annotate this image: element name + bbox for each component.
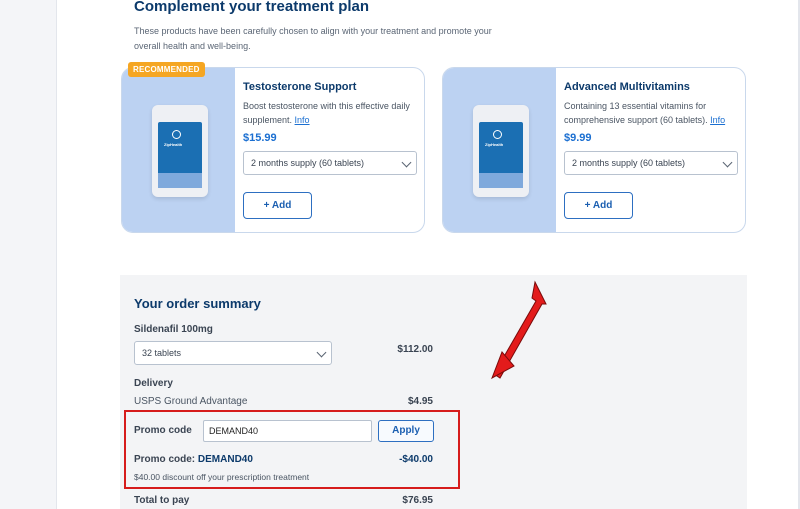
left-rail (0, 0, 57, 509)
quantity-select-value: 32 tablets (142, 348, 182, 358)
recommended-badge: RECOMMENDED (128, 62, 205, 77)
product-card-multivitamins: ZipHealth Advanced Multivitamins Contain… (442, 67, 746, 233)
supplement-pouch-image: ZipHealth (473, 105, 529, 197)
medication-name: Sildenafil 100mg (134, 324, 213, 335)
chevron-down-icon (316, 347, 327, 358)
info-link[interactable]: Info (295, 115, 310, 125)
chevron-down-icon (722, 157, 733, 168)
supply-select[interactable]: 2 months supply (60 tablets) (243, 151, 417, 175)
product-description: Containing 13 essential vitamins for com… (564, 101, 726, 125)
red-arrow-icon (491, 280, 547, 380)
delivery-price: $4.95 (407, 396, 433, 407)
product-description: Boost testosterone with this effective d… (243, 101, 410, 125)
order-summary-title: Your order summary (134, 296, 261, 311)
pouch-brand: ZipHealth (485, 142, 504, 147)
brand-logo-icon (493, 130, 502, 139)
medication-price: $112.00 (397, 344, 433, 355)
supply-select-value: 2 months supply (60 tablets) (251, 158, 365, 168)
brand-logo-icon (172, 130, 181, 139)
quantity-select[interactable]: 32 tablets (134, 341, 332, 365)
add-button[interactable]: + Add (243, 192, 312, 219)
chevron-down-icon (401, 157, 412, 168)
product-card-testosterone: ZipHealth Testosterone Support Boost tes… (121, 67, 425, 233)
info-link[interactable]: Info (710, 115, 725, 125)
delivery-label: Delivery (134, 378, 173, 389)
delivery-method: USPS Ground Advantage (134, 396, 248, 407)
product-image: ZipHealth (443, 68, 556, 232)
supply-select[interactable]: 2 months supply (60 tablets) (564, 151, 738, 175)
product-name: Testosterone Support (243, 81, 357, 93)
add-button[interactable]: + Add (564, 192, 633, 219)
product-price: $15.99 (243, 132, 277, 144)
pouch-brand: ZipHealth (164, 142, 183, 147)
promo-highlight-box (124, 410, 460, 489)
product-image: ZipHealth (122, 68, 235, 232)
complement-description: These products have been carefully chose… (134, 26, 492, 51)
total-amount: $76.95 (402, 495, 433, 506)
product-name: Advanced Multivitamins (564, 81, 690, 93)
product-price: $9.99 (564, 132, 592, 144)
supply-select-value: 2 months supply (60 tablets) (572, 158, 686, 168)
complement-title: Complement your treatment plan (134, 0, 370, 15)
supplement-pouch-image: ZipHealth (152, 105, 208, 197)
total-label: Total to pay (134, 495, 190, 506)
